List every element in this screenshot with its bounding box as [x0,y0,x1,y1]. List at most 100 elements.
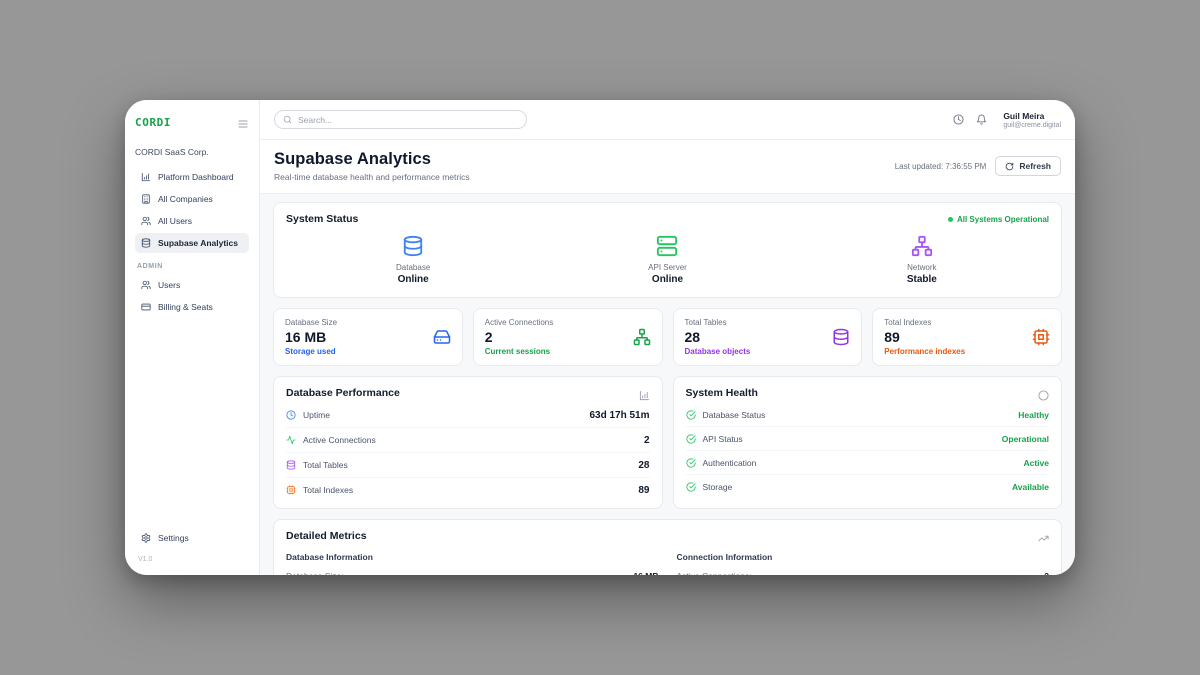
status-badge: All Systems Operational [948,215,1049,224]
performance-row-total-tables: Total Tables 28 [286,453,650,478]
bar-chart-icon [141,172,151,182]
credit-card-icon [141,302,151,312]
org-name: CORDI SaaS Corp. [135,147,249,157]
database-icon [286,460,296,470]
status-item-label: Database [396,263,430,272]
metric-value: 16 MB [285,329,337,345]
metric-label: Total Tables [685,318,751,327]
check-circle-icon [686,458,696,468]
metric-label: Active Connections [485,318,553,327]
database-icon [141,238,151,248]
row-value: Operational [1002,434,1049,444]
row-label: Active Connections [303,435,376,445]
detail-row: Active Connections: 2 [677,571,1050,575]
search-box[interactable] [274,110,527,129]
status-item-api-server: API Server Online [540,235,794,285]
sidebar-item-label: All Companies [158,194,213,204]
card-title: System Status [286,213,358,225]
sidebar-item-label: Supabase Analytics [158,238,238,248]
metric-card-total-indexes: Total Indexes 89 Performance indexes [872,308,1062,366]
metric-label: Database Size [285,318,337,327]
check-circle-icon [686,410,696,420]
column-title: Database Information [286,552,659,562]
last-updated: Last updated: 7:36:55 PM [895,162,987,171]
system-health-card: System Health Database Status Healthy [673,376,1063,509]
menu-icon[interactable] [237,117,249,129]
sidebar-item-platform-dashboard[interactable]: Platform Dashboard [135,167,249,187]
app-version: V1.0 [138,556,249,563]
main-area: Guil Meira guil@creme.digital Supabase A… [260,100,1075,575]
brand-logo: CORDI [135,116,171,129]
bell-icon[interactable] [976,114,987,125]
metric-value: 28 [685,329,751,345]
row-label: Authentication [703,458,757,468]
search-input[interactable] [298,115,518,125]
column-title: Connection Information [677,552,1050,562]
clock-icon[interactable] [953,114,964,125]
row-label: Database Size: [286,571,344,575]
metric-sublabel: Storage used [285,347,337,356]
sidebar-item-all-companies[interactable]: All Companies [135,189,249,209]
gear-icon [141,533,151,543]
refresh-label: Refresh [1019,161,1051,171]
bar-chart-icon [639,388,650,399]
server-icon [656,235,678,257]
sidebar-item-label: Platform Dashboard [158,172,234,182]
card-title: Detailed Metrics [286,530,367,542]
performance-row-active-connections: Active Connections 2 [286,428,650,453]
metric-card-database-size: Database Size 16 MB Storage used [273,308,463,366]
check-circle-icon [686,482,696,492]
user-email: guil@creme.digital [1003,122,1061,129]
activity-icon [286,435,296,445]
sidebar-item-billing-seats[interactable]: Billing & Seats [135,297,249,317]
clock-icon [286,410,296,420]
system-status-card: System Status All Systems Operational Da… [273,202,1062,298]
metric-card-total-tables: Total Tables 28 Database objects [673,308,863,366]
metric-value: 89 [884,329,965,345]
health-row-database-status: Database Status Healthy [686,403,1050,427]
app-window: CORDI CORDI SaaS Corp. Platform Dashboar… [125,100,1075,575]
circle-icon [1038,388,1049,399]
sidebar-item-all-users[interactable]: All Users [135,211,249,231]
row-label: Uptime [303,410,330,420]
sidebar-item-users[interactable]: Users [135,275,249,295]
cpu-icon [1032,328,1050,346]
detail-row: Database Size: 16 MB [286,571,659,575]
users-icon [141,280,151,290]
network-icon [633,328,651,346]
status-dot-icon [948,217,953,222]
database-performance-card: Database Performance Uptime 63d 17h 51m [273,376,663,509]
card-title: System Health [686,387,758,399]
database-icon [832,328,850,346]
health-row-authentication: Authentication Active [686,451,1050,475]
connection-information-column: Connection Information Active Connection… [677,552,1050,575]
row-label: Total Indexes [303,485,353,495]
row-label: API Status [703,434,743,444]
page-subtitle: Real-time database health and performanc… [274,172,470,182]
user-menu[interactable]: Guil Meira guil@creme.digital [1003,111,1061,129]
sidebar-item-settings[interactable]: Settings [135,528,249,548]
metric-sublabel: Performance indexes [884,347,965,356]
sidebar-item-supabase-analytics[interactable]: Supabase Analytics [135,233,249,253]
health-row-api-status: API Status Operational [686,427,1050,451]
check-circle-icon [686,434,696,444]
database-information-column: Database Information Database Size: 16 M… [286,552,659,575]
refresh-button[interactable]: Refresh [995,156,1061,176]
row-value: 63d 17h 51m [589,410,649,421]
row-value: Available [1012,482,1049,492]
row-value: 2 [1044,571,1049,575]
card-title: Database Performance [286,387,400,399]
status-item-database: Database Online [286,235,540,285]
status-badge-label: All Systems Operational [957,215,1049,224]
row-label: Active Connections: [677,571,752,575]
row-value: Active [1023,458,1049,468]
refresh-icon [1005,162,1014,171]
search-icon [283,115,292,124]
row-label: Total Tables [303,460,348,470]
status-item-value: Online [652,274,683,285]
topbar: Guil Meira guil@creme.digital [260,100,1075,140]
metric-card-active-connections: Active Connections 2 Current sessions [473,308,663,366]
health-row-storage: Storage Available [686,475,1050,498]
status-item-network: Network Stable [795,235,1049,285]
status-item-value: Online [398,274,429,285]
